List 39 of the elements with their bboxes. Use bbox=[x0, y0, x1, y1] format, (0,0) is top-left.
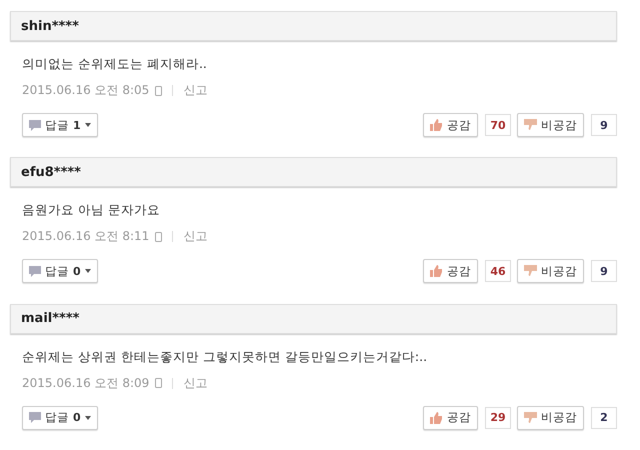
thumbs-up-icon bbox=[430, 412, 443, 424]
comment-date: 2015.06.16 오전 8:09 bbox=[22, 374, 150, 392]
comment-text: 의미없는 순위제도는 폐지해라.. bbox=[22, 56, 208, 73]
like-count: 70 bbox=[485, 114, 511, 136]
dislike-count: 9 bbox=[591, 260, 617, 282]
comment-date: 2015.06.16 오전 8:11 bbox=[22, 228, 150, 246]
reply-button[interactable]: 답글 0 bbox=[22, 259, 98, 284]
phone-icon bbox=[155, 378, 162, 388]
dislike-button[interactable]: 비공감 bbox=[517, 113, 584, 137]
caret-icon bbox=[84, 416, 91, 420]
speech-bubble-icon bbox=[29, 412, 41, 424]
dislike-count: 2 bbox=[591, 406, 617, 429]
phone-icon bbox=[155, 86, 162, 96]
thumbs-down-icon bbox=[524, 119, 537, 131]
like-count: 29 bbox=[485, 406, 511, 429]
username: efu8**** bbox=[21, 164, 81, 180]
thumbs-down-icon bbox=[524, 265, 537, 278]
like-button[interactable]: 공감 bbox=[423, 406, 478, 430]
username: mail**** bbox=[21, 311, 80, 326]
like-count: 46 bbox=[485, 260, 511, 282]
caret-icon bbox=[84, 123, 91, 127]
comment-text: 순위제는 상위권 한테는좋지만 그렇지못하면 갈등만일으키는거같다:.. bbox=[22, 348, 428, 366]
username: shin**** bbox=[21, 18, 79, 34]
caret-icon bbox=[84, 269, 91, 274]
thumbs-down-icon bbox=[524, 412, 537, 424]
reply-button[interactable]: 답글 1 bbox=[22, 113, 98, 137]
speech-bubble-icon bbox=[29, 266, 41, 277]
like-button[interactable]: 공감 bbox=[423, 113, 478, 137]
dislike-button[interactable]: 비공감 bbox=[517, 259, 584, 284]
dislike-button[interactable]: 비공감 bbox=[517, 406, 584, 430]
speech-bubble-icon bbox=[29, 120, 41, 130]
comment-date: 2015.06.16 오전 8:05 bbox=[22, 82, 150, 99]
thumbs-up-icon bbox=[430, 119, 443, 131]
comment-text: 음원가요 아님 문자가요 bbox=[22, 202, 161, 220]
dislike-count: 9 bbox=[591, 114, 617, 136]
reply-button[interactable]: 답글 0 bbox=[22, 406, 98, 430]
phone-icon bbox=[155, 232, 162, 242]
thumbs-up-icon bbox=[430, 265, 443, 278]
like-button[interactable]: 공감 bbox=[423, 259, 478, 284]
